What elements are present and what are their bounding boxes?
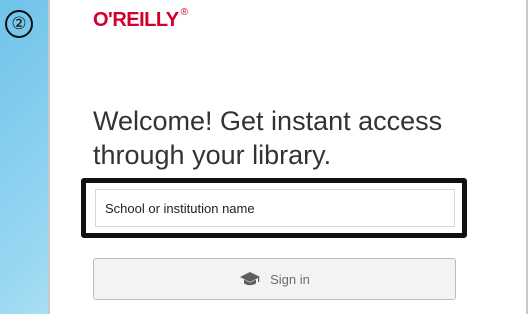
institution-search-highlight (81, 178, 467, 238)
step-number-badge: ② (5, 10, 33, 38)
login-panel: O'REILLY ® Welcome! Get instant access th… (48, 0, 528, 314)
welcome-heading: Welcome! Get instant access through your… (93, 104, 513, 172)
sign-in-button[interactable]: Sign in (93, 258, 456, 300)
brand-name: O'REILLY (93, 9, 179, 31)
registered-mark: ® (180, 7, 188, 19)
sign-in-label: Sign in (270, 271, 310, 287)
graduation-cap-icon (240, 272, 261, 286)
oreilly-logo: O'REILLY ® (93, 7, 188, 31)
welcome-line-1: Welcome! Get instant access (93, 106, 443, 136)
welcome-line-2: through your library. (93, 140, 332, 170)
institution-search-input[interactable] (95, 189, 455, 227)
